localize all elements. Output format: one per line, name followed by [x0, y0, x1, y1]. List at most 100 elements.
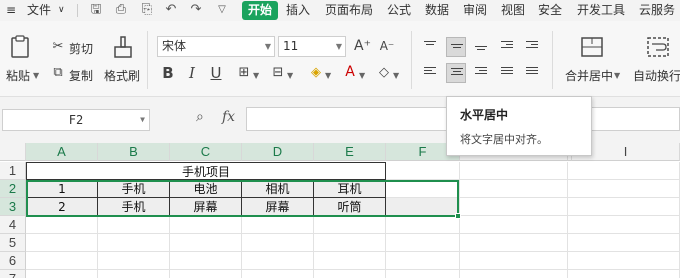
zoom-icon[interactable]: ⌕: [196, 109, 204, 125]
cell[interactable]: [170, 234, 242, 252]
chevron-down-icon[interactable]: ▼: [359, 71, 365, 80]
cell[interactable]: [26, 270, 98, 278]
table-cell[interactable]: 电池: [170, 180, 242, 198]
borders-icon[interactable]: ⊞: [236, 65, 252, 81]
cell[interactable]: [386, 234, 460, 252]
active-cell[interactable]: [386, 180, 460, 198]
distribute-button[interactable]: [522, 63, 542, 83]
copy-icon[interactable]: ⧉: [50, 65, 66, 81]
increase-font-icon[interactable]: A⁺: [354, 38, 371, 54]
align-center-button[interactable]: [446, 63, 466, 83]
row-header[interactable]: 1: [0, 162, 26, 180]
chevron-down-icon[interactable]: ▼: [393, 71, 399, 80]
align-middle-button[interactable]: [446, 37, 466, 57]
cell[interactable]: [314, 252, 386, 270]
cell[interactable]: [568, 252, 680, 270]
cell[interactable]: [568, 180, 680, 198]
font-color-icon[interactable]: A: [342, 64, 358, 80]
cell[interactable]: [170, 252, 242, 270]
row-header[interactable]: 6: [0, 252, 26, 270]
customize-icon[interactable]: ▽: [214, 2, 230, 18]
table-cell[interactable]: 相机: [242, 180, 314, 198]
cell[interactable]: [460, 234, 568, 252]
table-cell[interactable]: 屏幕: [170, 198, 242, 216]
column-header[interactable]: B: [98, 143, 170, 161]
cell[interactable]: [98, 216, 170, 234]
cell[interactable]: [98, 234, 170, 252]
table-cell[interactable]: 手机: [98, 198, 170, 216]
tab-home[interactable]: 开始: [242, 1, 279, 20]
format-painter-button[interactable]: 格式刷: [104, 67, 140, 84]
eraser-icon[interactable]: ◇: [376, 65, 392, 81]
cell[interactable]: [242, 270, 314, 278]
cell-style-icon[interactable]: ⊟: [270, 65, 286, 81]
merge-center-button[interactable]: 合并居中: [565, 67, 613, 84]
format-painter-icon[interactable]: [112, 35, 134, 59]
redo-icon[interactable]: ↷: [188, 2, 204, 18]
align-left-button[interactable]: [420, 63, 440, 83]
wrap-text-icon[interactable]: [646, 35, 670, 59]
merge-center-icon[interactable]: [580, 35, 604, 59]
cell[interactable]: [314, 234, 386, 252]
chevron-down-icon[interactable]: ▼: [614, 71, 620, 80]
cell[interactable]: [460, 270, 568, 278]
cell[interactable]: [460, 252, 568, 270]
tab-view[interactable]: 视图: [501, 1, 525, 20]
cell[interactable]: [386, 270, 460, 278]
underline-button[interactable]: U: [208, 65, 224, 81]
tab-developer[interactable]: 开发工具: [577, 1, 625, 20]
cell[interactable]: [386, 198, 460, 216]
cell[interactable]: [460, 180, 568, 198]
chevron-down-icon[interactable]: ∨: [58, 1, 65, 20]
cell[interactable]: [568, 270, 680, 278]
row-header[interactable]: 4: [0, 216, 26, 234]
print-icon[interactable]: ⎙: [113, 2, 129, 18]
tab-page-layout[interactable]: 页面布局: [325, 1, 373, 20]
cell[interactable]: [26, 252, 98, 270]
align-right-button[interactable]: [471, 63, 491, 83]
cell[interactable]: [26, 234, 98, 252]
chevron-down-icon[interactable]: ▼: [325, 71, 331, 80]
cell[interactable]: [98, 270, 170, 278]
tab-security[interactable]: 安全: [538, 1, 562, 20]
chevron-down-icon[interactable]: ▼: [253, 71, 259, 80]
cell[interactable]: [568, 198, 680, 216]
align-bottom-button[interactable]: [471, 37, 491, 57]
cell[interactable]: [460, 216, 568, 234]
fill-handle[interactable]: [455, 213, 461, 219]
column-header[interactable]: D: [242, 143, 314, 161]
row-header[interactable]: 2: [0, 180, 26, 198]
menu-icon[interactable]: ≡: [6, 1, 16, 20]
cell[interactable]: [242, 252, 314, 270]
increase-indent-button[interactable]: [522, 37, 542, 57]
row-header[interactable]: 3: [0, 198, 26, 216]
cell[interactable]: [386, 252, 460, 270]
italic-button[interactable]: I: [184, 65, 200, 81]
tab-cloud[interactable]: 云服务: [639, 1, 675, 20]
tab-data[interactable]: 数据: [425, 1, 449, 20]
tab-review[interactable]: 审阅: [463, 1, 487, 20]
cell[interactable]: [170, 270, 242, 278]
cell[interactable]: [460, 198, 568, 216]
undo-icon[interactable]: ↶: [163, 2, 179, 18]
cell[interactable]: [568, 216, 680, 234]
decrease-indent-button[interactable]: [497, 37, 517, 57]
column-header[interactable]: C: [170, 143, 242, 161]
column-header[interactable]: E: [314, 143, 386, 161]
paste-button[interactable]: 粘贴: [6, 67, 30, 84]
save-icon[interactable]: 🖫: [88, 2, 104, 18]
tab-formulas[interactable]: 公式: [387, 1, 411, 20]
chevron-down-icon[interactable]: ▼: [287, 71, 293, 80]
name-box[interactable]: F2 ▼: [2, 109, 150, 131]
cell[interactable]: [386, 216, 460, 234]
justify-button[interactable]: [497, 63, 517, 83]
spreadsheet-grid[interactable]: A B C D E F G I H 1 2 3 4 5 6 7 手机项目 1 手…: [0, 143, 680, 278]
column-header[interactable]: A: [26, 143, 98, 161]
scissors-icon[interactable]: ✂: [50, 39, 66, 55]
table-cell[interactable]: 2: [26, 198, 98, 216]
select-all-corner[interactable]: [0, 143, 26, 161]
table-title-cell[interactable]: 手机项目: [26, 162, 386, 180]
cell[interactable]: [98, 252, 170, 270]
print-preview-icon[interactable]: ⎘: [139, 2, 155, 18]
cell[interactable]: [460, 162, 568, 180]
